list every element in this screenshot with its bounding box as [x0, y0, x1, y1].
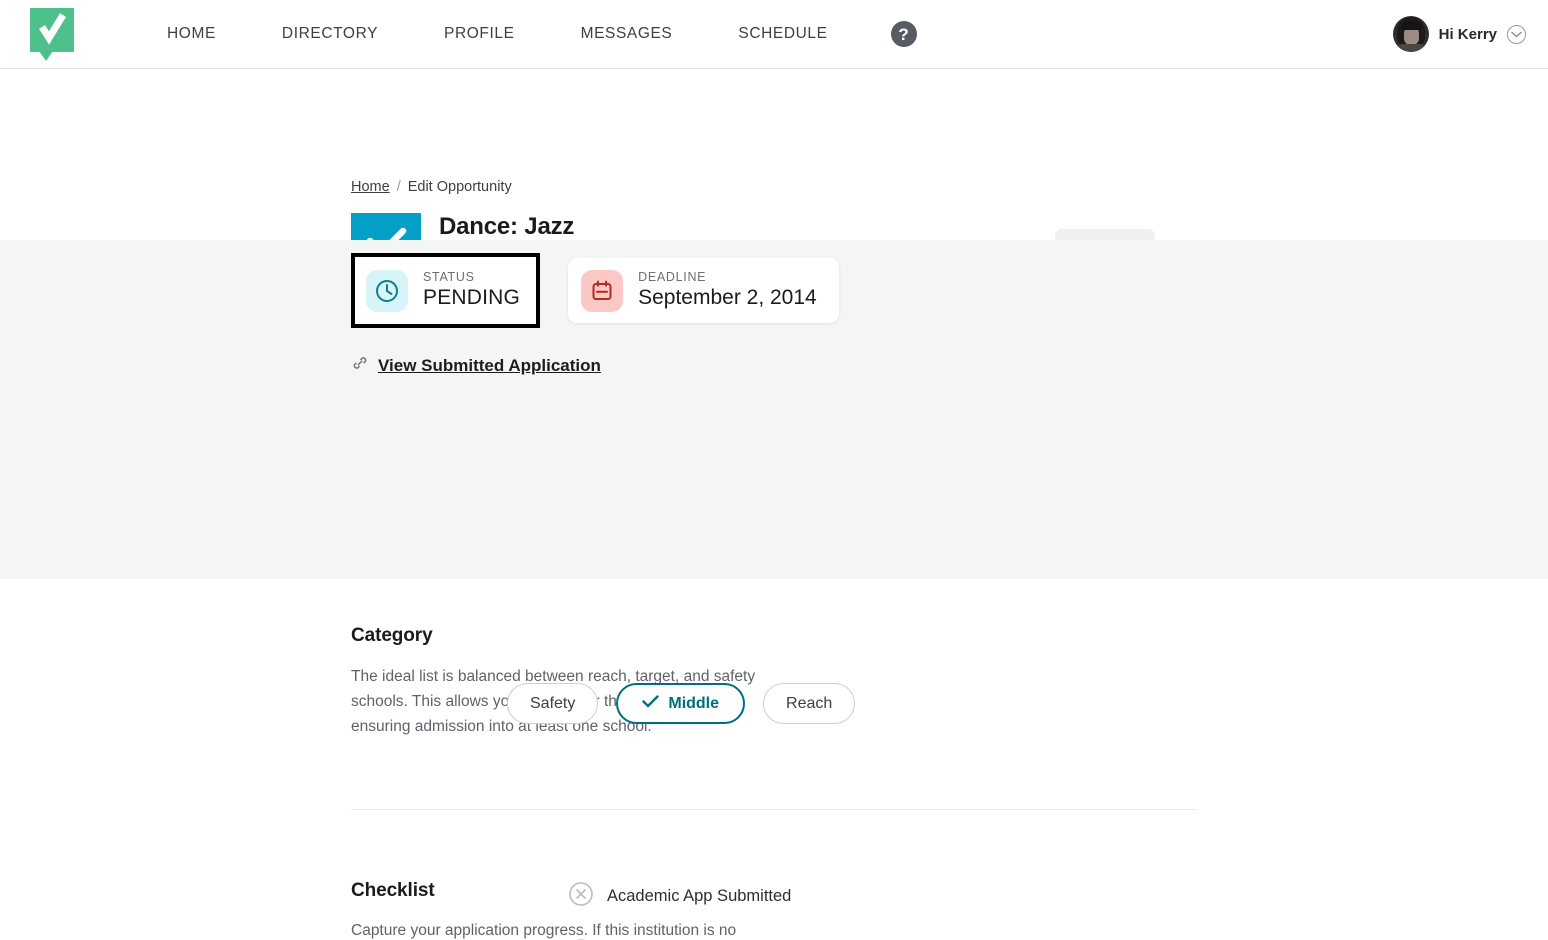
- category-option-middle-label: Middle: [668, 694, 720, 712]
- user-menu[interactable]: Hi Kerry: [1392, 0, 1526, 68]
- status-card-label: STATUS: [423, 269, 475, 284]
- breadcrumb-separator: /: [396, 179, 401, 195]
- chevron-down-icon[interactable]: [1507, 24, 1526, 44]
- form-body: Category The ideal list is balanced betw…: [0, 579, 1548, 940]
- link-icon: [351, 354, 369, 377]
- breadcrumb-home[interactable]: Home: [351, 179, 390, 195]
- opportunity-summary-band: STATUS PENDING DEADLINE September 2, 201…: [0, 240, 1548, 770]
- view-submitted-application-link[interactable]: View Submitted Application: [351, 354, 601, 377]
- summary-cards: STATUS PENDING DEADLINE September 2, 201…: [351, 253, 839, 328]
- category-option-safety[interactable]: Safety: [507, 683, 599, 724]
- top-navigation-bar: HOME DIRECTORY PROFILE MESSAGES SCHEDULE…: [0, 0, 1548, 69]
- section-divider: [351, 809, 1197, 810]
- acceptd-logo[interactable]: [30, 8, 74, 61]
- nav-item-messages[interactable]: MESSAGES: [548, 25, 706, 43]
- nav-links: HOME DIRECTORY PROFILE MESSAGES SCHEDULE…: [134, 21, 917, 47]
- category-title: Category: [351, 625, 433, 646]
- category-option-safety-label: Safety: [530, 694, 576, 712]
- calendar-icon: [581, 269, 624, 312]
- category-option-reach[interactable]: Reach: [763, 683, 856, 724]
- check-icon: [642, 694, 660, 713]
- nav-item-home[interactable]: HOME: [134, 25, 249, 43]
- category-option-reach-label: Reach: [786, 694, 833, 712]
- category-options: Safety Middle Reach: [507, 683, 856, 724]
- status-card[interactable]: STATUS PENDING: [351, 253, 541, 328]
- deadline-value: September 2, 2014: [638, 286, 817, 310]
- checklist-items: Academic App Submitted: [568, 881, 791, 940]
- nav-item-schedule[interactable]: SCHEDULE: [705, 25, 860, 43]
- logo-check-icon: [39, 13, 66, 45]
- clock-icon: [366, 269, 408, 312]
- category-option-middle[interactable]: Middle: [616, 683, 746, 724]
- view-submitted-application-label: View Submitted Application: [378, 355, 601, 375]
- deadline-card-label: DEADLINE: [638, 269, 707, 284]
- help-icon[interactable]: ?: [890, 21, 917, 47]
- nav-item-directory[interactable]: DIRECTORY: [249, 25, 411, 43]
- page-header: Home / Edit Opportunity Dance: Jazz at A…: [0, 69, 1548, 283]
- nav-item-profile[interactable]: PROFILE: [411, 25, 548, 43]
- logo-badge-tail: [39, 51, 53, 61]
- status-badge: PENDING: [423, 286, 521, 310]
- breadcrumb-current: Edit Opportunity: [407, 179, 512, 195]
- page-title: Dance: Jazz: [439, 213, 575, 240]
- breadcrumb: Home / Edit Opportunity: [351, 179, 512, 195]
- checklist-item-label: Academic App Submitted: [607, 887, 792, 905]
- deadline-card[interactable]: DEADLINE September 2, 2014: [568, 258, 839, 323]
- user-greeting-label: Hi Kerry: [1438, 25, 1497, 43]
- circle-x-icon: [568, 881, 594, 912]
- avatar: [1392, 16, 1429, 52]
- checklist-item[interactable]: Academic App Submitted: [568, 881, 791, 912]
